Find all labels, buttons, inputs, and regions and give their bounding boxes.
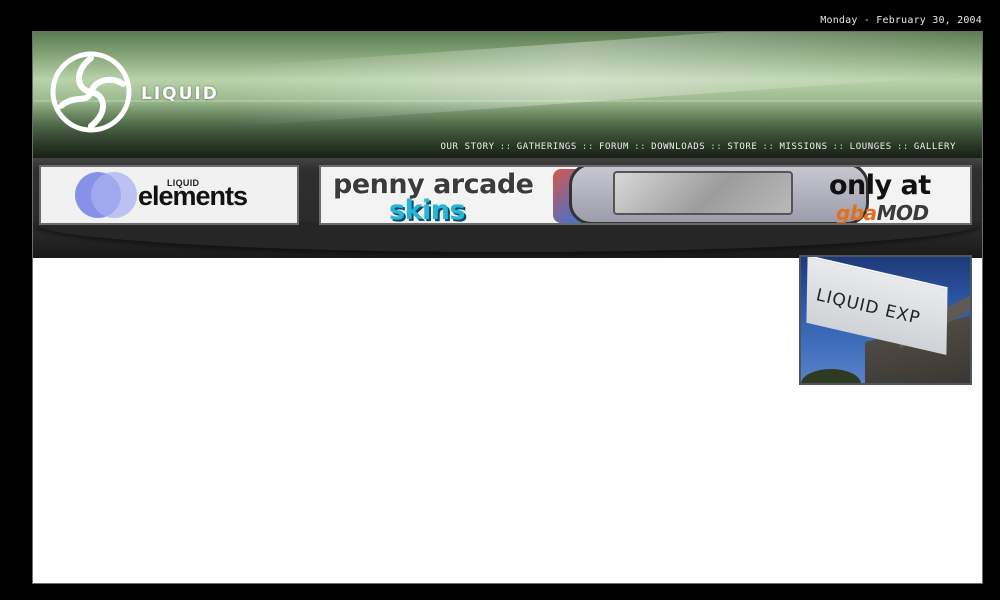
nav-separator: :: bbox=[499, 142, 512, 152]
gbamod-logo: gbaMOD bbox=[836, 201, 930, 225]
liquid-swirl-logo-icon[interactable] bbox=[49, 50, 133, 134]
date-display: Monday - February 30, 2004 bbox=[820, 15, 982, 26]
main-nav: OUR STORY :: GATHERINGS :: FORUM :: DOWN… bbox=[441, 142, 956, 152]
photo-tree bbox=[801, 369, 861, 383]
nav-link-lounges[interactable]: LOUNGES bbox=[850, 142, 892, 152]
banner-subheadline: skins bbox=[389, 195, 466, 225]
nav-separator: :: bbox=[762, 142, 775, 152]
nav-separator: :: bbox=[634, 142, 647, 152]
logo-wordmark[interactable]: LIQUID bbox=[141, 84, 219, 104]
liquid-elements-banner[interactable]: LIQUID elements bbox=[39, 165, 299, 225]
nav-link-missions[interactable]: MISSIONS bbox=[779, 142, 827, 152]
gbamod-mod: MOD bbox=[876, 201, 930, 225]
nav-link-gatherings[interactable]: GATHERINGS bbox=[517, 142, 577, 152]
nav-link-forum[interactable]: FORUM bbox=[599, 142, 629, 152]
gbamod-gba: gba bbox=[836, 201, 877, 225]
elements-circle-icon bbox=[91, 172, 137, 218]
page-frame: LIQUID OUR STORY :: GATHERINGS :: FORUM … bbox=[32, 31, 983, 584]
nav-separator: :: bbox=[710, 142, 723, 152]
elements-big-label: elements bbox=[138, 181, 248, 211]
penny-arcade-skins-banner[interactable]: penny arcade skins only at gbaMOD bbox=[319, 165, 972, 225]
nav-separator: :: bbox=[832, 142, 845, 152]
nav-link-our-story[interactable]: OUR STORY bbox=[441, 142, 495, 152]
gba-screen bbox=[613, 171, 793, 215]
nav-link-gallery[interactable]: GALLERY bbox=[914, 142, 956, 152]
nav-link-store[interactable]: STORE bbox=[727, 142, 757, 152]
nav-link-downloads[interactable]: DOWNLOADS bbox=[651, 142, 705, 152]
gallery-photo[interactable]: LIQUID EXP bbox=[799, 255, 972, 385]
site-header: LIQUID OUR STORY :: GATHERINGS :: FORUM … bbox=[33, 32, 982, 158]
nav-separator: :: bbox=[896, 142, 909, 152]
banner-only-at: only at bbox=[829, 170, 931, 201]
nav-separator: :: bbox=[581, 142, 594, 152]
